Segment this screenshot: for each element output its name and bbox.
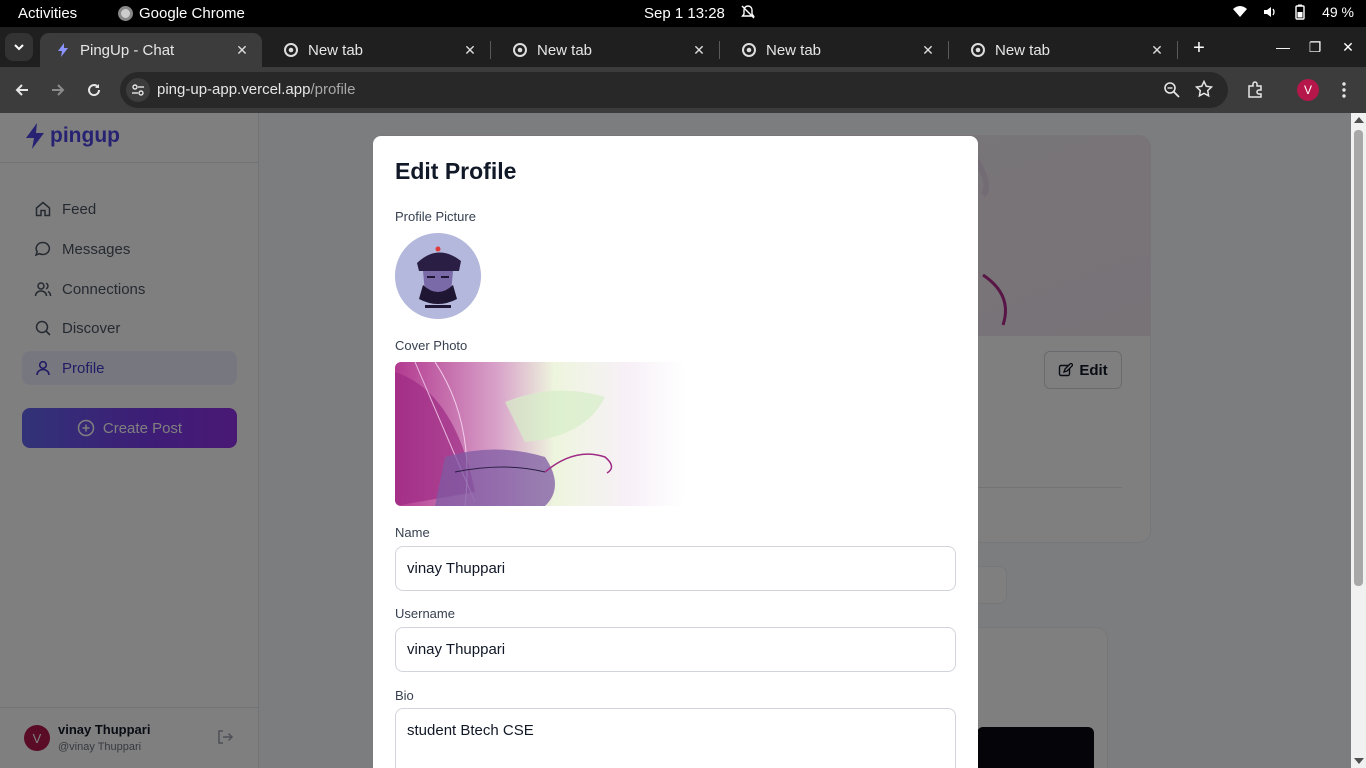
page-viewport: pingup Feed Messages Connections Discove… <box>0 113 1366 768</box>
notifications-muted-icon <box>741 5 755 19</box>
puzzle-icon <box>1248 81 1262 98</box>
chevron-down-icon <box>14 44 24 51</box>
tab-title: New tab <box>995 41 1051 59</box>
close-window-button[interactable]: ✕ <box>1336 35 1360 59</box>
tab-separator <box>948 41 949 59</box>
battery-percent: 49 % <box>1322 4 1354 20</box>
close-tab-icon[interactable]: ✕ <box>1149 42 1165 59</box>
site-info-button[interactable] <box>126 78 150 102</box>
tab-title: New tab <box>766 41 822 59</box>
system-top-bar: Activities Google Chrome Sep 1 13:28 49 … <box>0 0 1366 27</box>
new-tab-button[interactable]: + <box>1186 35 1212 61</box>
username-field[interactable]: vinay Thuppari <box>395 627 956 672</box>
profile-avatar: V <box>1297 79 1319 101</box>
chrome-icon <box>971 43 985 57</box>
browser-toolbar: ping-up-app.vercel.app/profile V <box>0 67 1366 113</box>
forward-button[interactable] <box>46 78 70 102</box>
tune-icon <box>132 84 144 96</box>
tab-separator <box>1177 41 1178 59</box>
battery-icon <box>1295 4 1305 20</box>
tab-search-button[interactable] <box>5 33 33 61</box>
edit-profile-modal: Edit Profile Profile Picture Cover Photo <box>373 136 978 768</box>
pingup-favicon-icon <box>58 43 68 57</box>
url-text: ping-up-app.vercel.app/profile <box>157 81 355 98</box>
url-domain: ping-up-app.vercel.app <box>157 81 311 98</box>
clock[interactable]: Sep 1 13:28 <box>644 5 725 22</box>
volume-icon <box>1264 7 1275 17</box>
username-label: Username <box>395 606 455 621</box>
name-field[interactable]: vinay Thuppari <box>395 546 956 591</box>
activities-button[interactable]: Activities <box>18 5 77 22</box>
address-bar[interactable]: ping-up-app.vercel.app/profile <box>120 72 1228 108</box>
name-label: Name <box>395 525 430 540</box>
tab-title: New tab <box>537 41 593 59</box>
page-scrollbar[interactable] <box>1351 113 1366 768</box>
system-tray[interactable]: 49 % <box>1232 4 1354 20</box>
scroll-up-arrow-icon[interactable] <box>1354 117 1364 123</box>
app-name: Google Chrome <box>139 5 245 22</box>
wifi-icon <box>1233 6 1248 17</box>
close-tab-icon[interactable]: ✕ <box>234 42 250 59</box>
chrome-icon <box>284 43 298 57</box>
star-icon <box>1194 79 1214 98</box>
tab-strip: PingUp - Chat ✕ New tab ✕ New tab ✕ New … <box>0 27 1366 67</box>
tab-new-tab-2[interactable]: New tab ✕ <box>497 33 720 67</box>
bio-field[interactable]: student Btech CSE <box>395 708 956 768</box>
url-path: /profile <box>310 81 356 98</box>
zoom-icon <box>1164 82 1180 98</box>
chrome-icon <box>513 43 527 57</box>
maximize-button[interactable]: ❐ <box>1303 35 1327 59</box>
tab-new-tab-1[interactable]: New tab ✕ <box>268 33 491 67</box>
tab-new-tab-3[interactable]: New tab ✕ <box>726 33 949 67</box>
arrow-left-icon <box>15 84 28 96</box>
scrollbar-thumb[interactable] <box>1354 130 1363 586</box>
chrome-menu-button[interactable] <box>1332 78 1356 102</box>
profile-picture-label: Profile Picture <box>395 209 476 224</box>
tab-new-tab-4[interactable]: New tab ✕ <box>955 33 1178 67</box>
leaf-cover-image <box>395 362 613 506</box>
tab-pingup-chat[interactable]: PingUp - Chat ✕ <box>40 33 262 67</box>
zoom-button[interactable] <box>1163 81 1180 102</box>
reload-icon <box>88 84 101 97</box>
cover-photo-label: Cover Photo <box>395 338 468 353</box>
profile-picture-upload[interactable] <box>395 233 481 319</box>
close-tab-icon[interactable]: ✕ <box>462 42 478 59</box>
more-vert-icon <box>1342 82 1346 98</box>
arrow-right-icon <box>52 84 65 96</box>
profile-button[interactable]: V <box>1296 78 1320 102</box>
chrome-icon <box>118 6 133 21</box>
chrome-icon <box>742 43 756 57</box>
tab-title: New tab <box>308 41 364 59</box>
app-menu[interactable]: Google Chrome <box>118 5 245 22</box>
bookmark-button[interactable] <box>1194 79 1214 102</box>
tab-separator <box>719 41 720 59</box>
modal-title: Edit Profile <box>395 158 517 184</box>
scroll-down-arrow-icon[interactable] <box>1354 758 1364 764</box>
bio-label: Bio <box>395 688 414 703</box>
reload-button[interactable] <box>82 78 106 102</box>
back-button[interactable] <box>10 78 34 102</box>
cover-photo-upload[interactable] <box>395 362 685 506</box>
tab-title: PingUp - Chat <box>80 41 175 59</box>
close-tab-icon[interactable]: ✕ <box>920 42 936 59</box>
profile-portrait-image <box>395 233 481 319</box>
tab-separator <box>490 41 491 59</box>
extensions-button[interactable] <box>1243 78 1267 102</box>
close-tab-icon[interactable]: ✕ <box>691 42 707 59</box>
minimize-button[interactable]: — <box>1271 35 1295 59</box>
